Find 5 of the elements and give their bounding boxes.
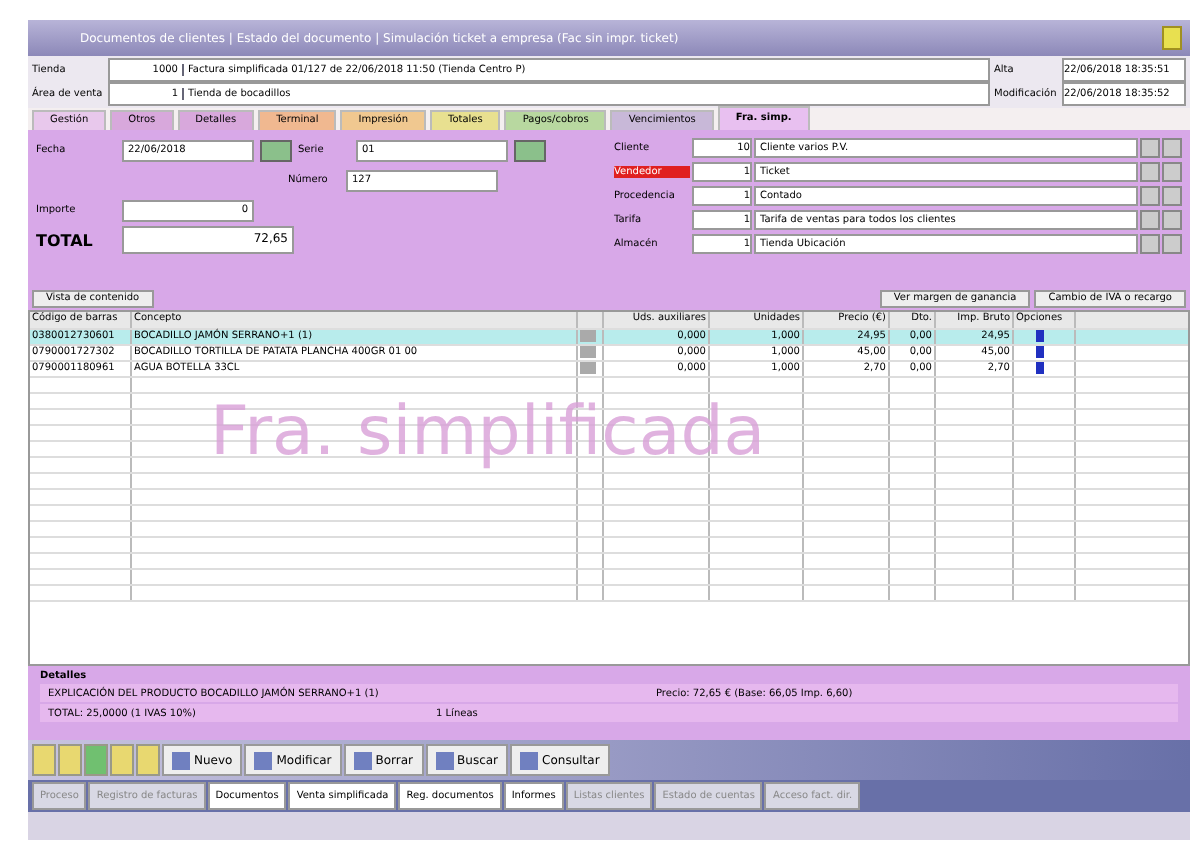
spin-button[interactable] — [514, 139, 546, 161]
spin-button[interactable] — [260, 139, 292, 161]
minimize-button[interactable] — [1162, 26, 1182, 50]
watermark-text: Fra. simplificada — [210, 392, 766, 472]
total-label: TOTAL — [36, 231, 95, 249]
